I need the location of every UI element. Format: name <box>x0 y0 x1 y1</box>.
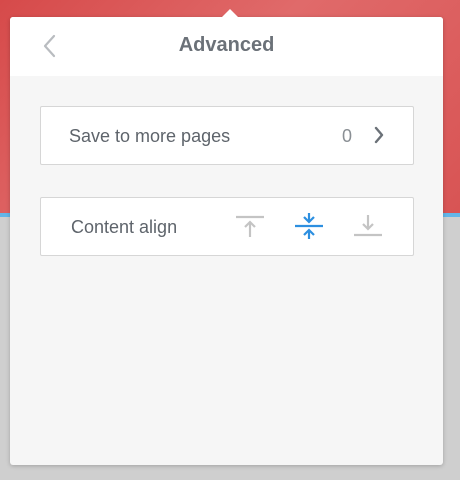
align-top-icon <box>236 215 264 237</box>
pages-count: 0 <box>342 126 353 146</box>
panel-header: Advanced <box>10 17 443 76</box>
align-center-icon <box>295 213 323 239</box>
align-center-button[interactable] <box>291 210 327 242</box>
content-align-label: Content align <box>71 217 178 237</box>
save-to-more-pages-row[interactable]: Save to more pages 0 <box>40 106 414 165</box>
advanced-panel: Advanced Save to more pages 0 Content al… <box>10 9 443 465</box>
chevron-right-icon <box>371 124 387 146</box>
content-align-row: Content align <box>40 197 414 256</box>
align-top-button[interactable] <box>232 210 268 242</box>
panel-title: Advanced <box>178 34 275 56</box>
align-bottom-icon <box>354 215 382 237</box>
save-to-more-pages-label: Save to more pages <box>69 126 231 146</box>
align-bottom-button[interactable] <box>350 210 386 242</box>
panel-caret <box>222 9 238 17</box>
